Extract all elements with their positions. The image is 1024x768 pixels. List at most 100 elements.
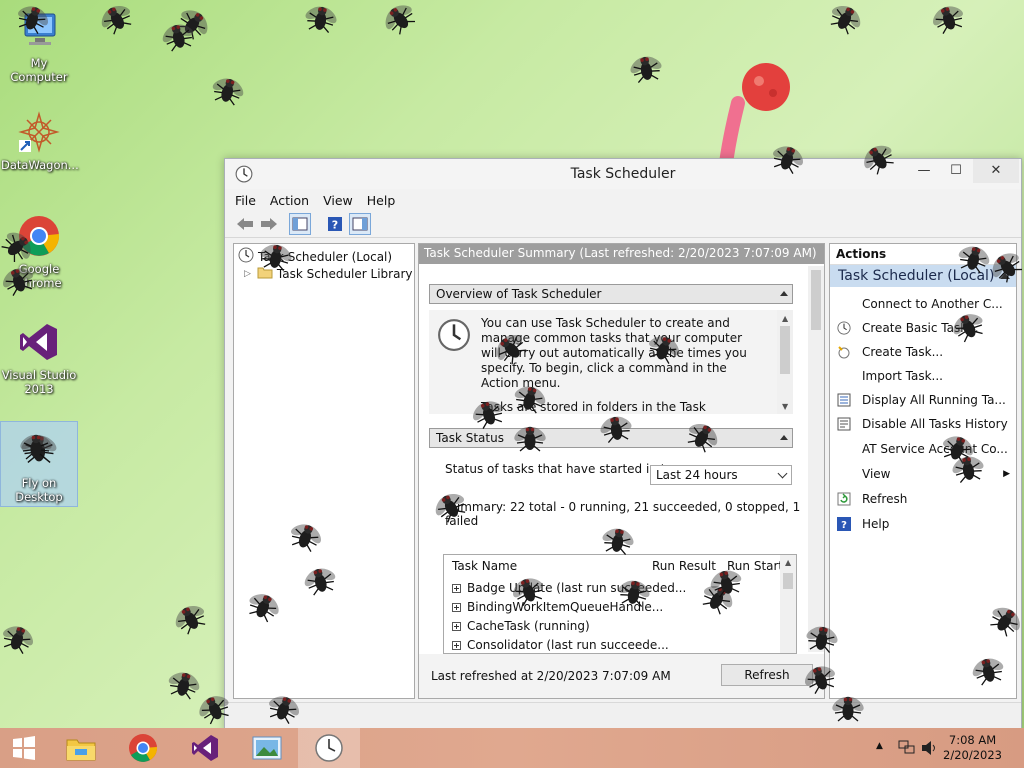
submenu-arrow-icon: ▶ bbox=[1003, 469, 1010, 479]
taskbar-clock[interactable]: 7:08 AM 2/20/2023 bbox=[943, 733, 1002, 763]
navigation-tree: Task Scheduler (Local) ▷ Task Scheduler … bbox=[233, 243, 415, 699]
action-disable-all-tasks-history[interactable]: Disable All Tasks History bbox=[836, 416, 1008, 432]
menu-bar: File Action View Help bbox=[225, 189, 1021, 211]
fly-icon bbox=[0, 615, 41, 661]
running-tasks-icon bbox=[836, 392, 852, 408]
show-hide-console-tree-icon[interactable] bbox=[289, 213, 311, 235]
task-list-scrollbar[interactable]: ▲ bbox=[780, 555, 796, 653]
menu-action[interactable]: Action bbox=[270, 193, 309, 208]
new-task-icon bbox=[836, 344, 852, 360]
title-bar[interactable]: Task Scheduler — ☐ ✕ bbox=[225, 159, 1021, 189]
refresh-icon bbox=[836, 491, 852, 507]
expand-plus-icon[interactable] bbox=[452, 621, 461, 631]
desktop-icon-datawagon[interactable]: DataWagon... bbox=[1, 110, 79, 172]
action-label: Create Task... bbox=[862, 345, 944, 359]
taskbar-visual-studio[interactable] bbox=[174, 728, 236, 768]
clock-date: 2/20/2023 bbox=[943, 748, 1002, 762]
action-create-task[interactable]: Create Task... bbox=[836, 344, 943, 360]
fly-icon bbox=[595, 407, 637, 449]
show-hide-action-pane-icon[interactable] bbox=[349, 213, 371, 235]
minimize-button[interactable]: — bbox=[907, 159, 941, 183]
expand-arrow-icon[interactable]: ▷ bbox=[244, 269, 251, 279]
menu-file[interactable]: File bbox=[235, 193, 256, 208]
taskbar-task-scheduler[interactable] bbox=[298, 728, 360, 768]
photo-viewer-icon bbox=[252, 736, 282, 760]
time-range-dropdown[interactable]: Last 24 hours bbox=[650, 465, 792, 485]
desktop-icon-label: Fly on Desktop bbox=[15, 476, 63, 504]
action-label: Disable All Tasks History bbox=[862, 417, 1008, 431]
fly-icon bbox=[206, 68, 250, 112]
window-title: Task Scheduler bbox=[570, 166, 676, 182]
visual-studio-icon bbox=[17, 320, 61, 364]
last-refreshed-text: Last refreshed at 2/20/2023 7:07:09 AM bbox=[431, 669, 671, 683]
close-button[interactable]: ✕ bbox=[973, 159, 1019, 183]
action-label: Help bbox=[862, 517, 890, 531]
action-label: AT Service Account Co... bbox=[862, 442, 1008, 456]
section-title: Overview of Task Scheduler bbox=[436, 287, 602, 301]
expand-plus-icon[interactable] bbox=[452, 583, 461, 593]
table-row[interactable]: CacheTask (running) bbox=[452, 619, 590, 633]
forward-arrow-icon[interactable] bbox=[259, 214, 279, 234]
fly-icon bbox=[512, 420, 548, 456]
datawagon-icon bbox=[17, 110, 61, 154]
desktop-icon-label: My Computer bbox=[10, 56, 68, 84]
fly-icon bbox=[830, 690, 866, 726]
fly-icon bbox=[613, 571, 655, 613]
clock-time: 7:08 AM bbox=[948, 733, 997, 747]
fly-icon bbox=[91, 0, 140, 43]
action-help[interactable]: ? Help bbox=[836, 516, 889, 532]
action-import-task[interactable]: Import Task... bbox=[836, 368, 943, 384]
fly-icon bbox=[597, 519, 639, 561]
action-refresh[interactable]: Refresh bbox=[836, 491, 907, 507]
fly-icon bbox=[255, 235, 297, 277]
collapse-icon[interactable] bbox=[780, 291, 788, 296]
help-icon[interactable]: ? bbox=[325, 214, 345, 234]
summary-pane-scrollbar[interactable] bbox=[808, 266, 824, 652]
file-explorer-icon bbox=[66, 739, 96, 761]
back-arrow-icon[interactable] bbox=[235, 214, 255, 234]
taskbar-photos[interactable] bbox=[236, 728, 298, 768]
overview-scrollbar[interactable]: ▲ ▼ bbox=[777, 310, 793, 414]
action-label: Refresh bbox=[862, 492, 908, 506]
fly-icon bbox=[374, 0, 425, 43]
collapse-icon[interactable] bbox=[780, 435, 788, 440]
column-header-task-name[interactable]: Task Name bbox=[452, 559, 517, 573]
history-icon bbox=[836, 416, 852, 432]
action-label: Display All Running Ta... bbox=[862, 393, 1006, 407]
expand-plus-icon[interactable] bbox=[452, 640, 461, 650]
fly-icon bbox=[300, 0, 342, 39]
expand-plus-icon[interactable] bbox=[452, 602, 461, 612]
volume-icon[interactable] bbox=[920, 739, 938, 760]
task-name: Consolidator (last run succeede... bbox=[467, 638, 669, 652]
visual-studio-icon bbox=[192, 735, 218, 761]
help-icon: ? bbox=[836, 516, 852, 532]
fly-icon bbox=[165, 593, 214, 642]
table-row[interactable]: Consolidator (last run succeede... bbox=[452, 638, 669, 652]
status-bar bbox=[225, 702, 1021, 731]
action-display-all-running-tasks[interactable]: Display All Running Ta... bbox=[836, 392, 1006, 408]
fly-icon bbox=[801, 617, 843, 659]
clock-icon bbox=[315, 734, 343, 762]
desktop-icon-visual-studio[interactable]: Visual Studio 2013 bbox=[1, 320, 77, 396]
taskbar-chrome[interactable] bbox=[112, 728, 174, 768]
status-filter-label: Status of tasks that have started in t..… bbox=[445, 462, 677, 476]
tree-node-label: Task Scheduler Library bbox=[276, 266, 413, 281]
start-button[interactable] bbox=[0, 728, 48, 768]
chrome-icon bbox=[129, 734, 158, 762]
windows-logo-icon bbox=[13, 736, 35, 760]
menu-help[interactable]: Help bbox=[367, 193, 396, 208]
action-label: Import Task... bbox=[862, 369, 943, 383]
summary-footer: Last refreshed at 2/20/2023 7:07:09 AM R… bbox=[419, 654, 824, 698]
desktop-icon-label: DataWagon... bbox=[1, 158, 79, 172]
taskbar: ▲ 7:08 AM 2/20/2023 bbox=[0, 728, 1024, 768]
fly-icon bbox=[821, 0, 870, 43]
overview-section-header[interactable]: Overview of Task Scheduler bbox=[429, 284, 793, 304]
show-hidden-icons-chevron[interactable]: ▲ bbox=[876, 741, 883, 751]
taskbar-file-explorer[interactable] bbox=[50, 728, 112, 768]
clock-icon bbox=[238, 247, 254, 266]
network-icon[interactable] bbox=[897, 738, 915, 759]
menu-view[interactable]: View bbox=[323, 193, 353, 208]
task-name: CacheTask (running) bbox=[467, 619, 590, 633]
dropdown-value: Last 24 hours bbox=[656, 468, 738, 482]
maximize-button[interactable]: ☐ bbox=[939, 159, 973, 183]
